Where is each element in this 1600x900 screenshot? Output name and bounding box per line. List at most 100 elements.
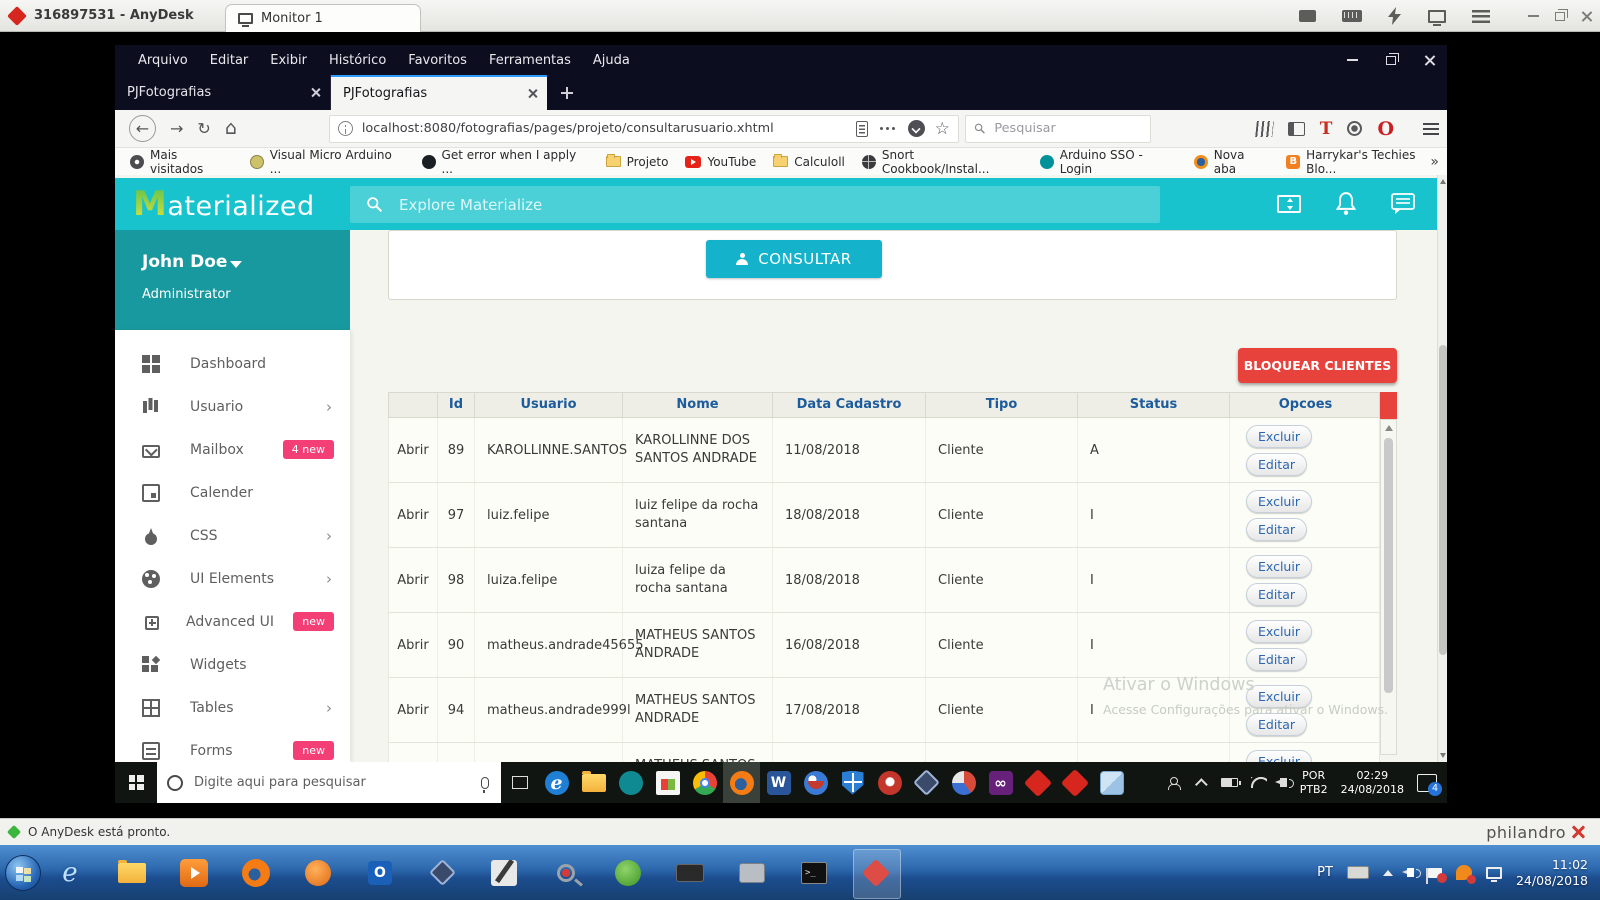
new-tab-button[interactable] [547, 75, 587, 110]
battery-icon[interactable] [1221, 778, 1238, 787]
host-taskbar-magnifier[interactable] [551, 858, 581, 888]
hamburger-menu-icon[interactable] [1423, 123, 1439, 135]
editar-button[interactable]: Editar [1246, 453, 1307, 476]
open-link[interactable]: Abrir [389, 613, 438, 677]
url-text[interactable]: localhost:8080/fotografias/pages/projeto… [362, 121, 848, 136]
back-button[interactable]: ← [129, 115, 156, 142]
keyboard-icon[interactable] [1342, 10, 1362, 22]
taskbar-red-orb[interactable] [871, 762, 908, 803]
speaker-icon[interactable] [1407, 868, 1414, 877]
open-link[interactable]: Abrir [389, 418, 438, 482]
keyboard-icon[interactable] [1347, 866, 1369, 879]
tab-close-icon[interactable] [528, 89, 537, 98]
addon-t-icon[interactable]: T [1320, 119, 1333, 139]
host-taskbar-gray-app[interactable] [737, 858, 767, 888]
host-taskbar-media[interactable] [179, 858, 209, 888]
search-input[interactable] [992, 120, 1141, 137]
mic-icon[interactable] [481, 777, 489, 789]
excluir-button[interactable]: Excluir [1246, 425, 1312, 448]
screenshot-addon-icon[interactable] [1347, 121, 1362, 136]
network-icon[interactable] [1486, 867, 1502, 879]
start-button[interactable] [115, 762, 157, 803]
sidebar-item-calender[interactable]: Calender [115, 471, 350, 514]
antivirus-icon[interactable] [1456, 865, 1472, 880]
taskbar-chrome[interactable] [686, 762, 723, 803]
reader-mode-icon[interactable] [856, 121, 868, 137]
bookmark-arduino[interactable]: Arduino SSO - Login [1040, 148, 1177, 176]
sidebar-item-advanced-ui[interactable]: Advanced UInew [115, 600, 350, 643]
menu-favoritos[interactable]: Favoritos [397, 49, 478, 72]
people-icon[interactable] [1168, 777, 1186, 789]
action-center-flag-icon[interactable] [1428, 868, 1442, 878]
sidebar-toggle-icon[interactable] [1288, 122, 1305, 136]
chat-icon[interactable] [1391, 193, 1415, 215]
pocket-icon[interactable] [908, 120, 925, 137]
excluir-button[interactable]: Excluir [1246, 750, 1312, 763]
chevron-down-icon[interactable] [230, 261, 242, 268]
sidebar-item-ui-elements[interactable]: UI Elements› [115, 557, 350, 600]
windows-search-input[interactable] [192, 774, 472, 791]
scroll-thumb[interactable] [1384, 438, 1393, 693]
host-taskbar-firefox[interactable] [241, 858, 271, 888]
tray-expand-icon[interactable] [1195, 778, 1208, 791]
host-taskbar-cmd[interactable]: >_ [799, 858, 829, 888]
start-orb[interactable] [5, 855, 41, 891]
home-button[interactable]: ⌂ [225, 119, 237, 138]
close-icon[interactable] [1424, 55, 1435, 66]
restore-icon[interactable] [1386, 56, 1396, 65]
browser-search[interactable] [965, 115, 1151, 143]
menu-ferramentas[interactable]: Ferramentas [478, 49, 582, 72]
menu-arquivo[interactable]: Arquivo [127, 49, 199, 72]
app-search[interactable]: Explore Materialize [350, 186, 1160, 223]
taskbar-defender[interactable] [834, 762, 871, 803]
bookmark-harrykar[interactable]: BHarrykar's Techies Blo... [1286, 148, 1447, 176]
tab-pjfotografias-2[interactable]: PJFotografias [331, 75, 547, 110]
language-indicator[interactable]: PORPTB2 [1300, 769, 1328, 797]
page-actions-icon[interactable] [880, 127, 896, 131]
speaker-icon[interactable] [1280, 778, 1287, 787]
bookmark-youtube[interactable]: YouTube [685, 155, 756, 169]
bookmarks-overflow-icon[interactable]: » [1430, 154, 1439, 170]
tab-pjfotografias-1[interactable]: PJFotografias [115, 75, 331, 110]
bookmark-nova-aba[interactable]: Nova aba [1194, 148, 1270, 176]
tab-close-icon[interactable] [311, 88, 320, 97]
bookmark-visual-micro[interactable]: Visual Micro Arduino ... [250, 148, 405, 176]
sidebar-item-usuario[interactable]: Usuario› [115, 385, 350, 428]
action-center-icon[interactable]: 4 [1417, 774, 1437, 792]
editar-button[interactable]: Editar [1246, 583, 1307, 606]
scroll-down-icon[interactable] [1440, 753, 1446, 758]
taskbar-sql[interactable] [797, 762, 834, 803]
host-taskbar-explorer[interactable] [117, 858, 147, 888]
language-indicator[interactable]: PT [1317, 865, 1333, 880]
open-link[interactable]: Abrir [389, 548, 438, 612]
taskbar-firefox[interactable] [723, 762, 760, 803]
menu-historico[interactable]: Histórico [318, 49, 397, 72]
sidebar-item-tables[interactable]: Tables› [115, 686, 350, 729]
menu-ajuda[interactable]: Ajuda [582, 49, 641, 72]
library-icon[interactable] [1255, 121, 1274, 137]
menu-icon[interactable] [1472, 10, 1490, 23]
menu-exibir[interactable]: Exibir [259, 49, 318, 72]
fullscreen-icon[interactable] [1277, 195, 1301, 213]
taskbar-explorer[interactable] [575, 762, 612, 803]
anydesk-monitor-tab[interactable]: Monitor 1 [225, 4, 421, 32]
sidebar-item-mailbox[interactable]: Mailbox4 new [115, 428, 350, 471]
taskbar-edge[interactable]: e [538, 762, 575, 803]
close-icon[interactable] [1581, 11, 1592, 22]
host-taskbar-outlook[interactable]: O [365, 858, 395, 888]
table-scrollbar[interactable] [1380, 419, 1397, 755]
user-panel[interactable]: John Doe Administrator [115, 230, 350, 330]
bloquear-clientes-button[interactable]: BLOQUEAR CLIENTES [1238, 348, 1397, 383]
taskbar-store[interactable] [649, 762, 686, 803]
host-taskbar-anydesk[interactable] [861, 858, 891, 888]
addon-o-icon[interactable]: O [1377, 118, 1394, 140]
chat-icon[interactable] [1299, 10, 1316, 22]
tray-expand-icon[interactable] [1383, 870, 1393, 876]
host-taskbar-orange-app[interactable] [303, 858, 333, 888]
excluir-button[interactable]: Excluir [1246, 620, 1312, 643]
host-taskbar-green-app[interactable] [613, 858, 643, 888]
scroll-thumb[interactable] [1439, 345, 1447, 655]
reload-button[interactable]: ↻ [197, 121, 210, 137]
forward-button[interactable]: → [170, 121, 183, 137]
host-taskbar-virtualbox[interactable] [427, 858, 457, 888]
